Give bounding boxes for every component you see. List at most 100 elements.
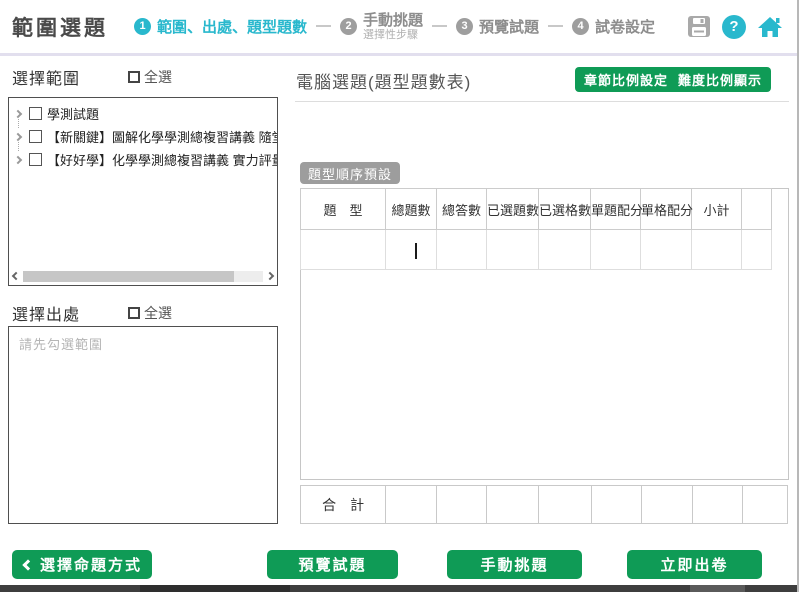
tree-item-label[interactable]: 【好好學】化學學測總複習講義 實力評量: [47, 150, 277, 169]
total-label: 合 計: [301, 486, 386, 524]
col-total-questions: 總題數: [386, 189, 437, 230]
step-indicator: 1 範圍、出處、題型題數 2 手動挑題 選擇性步驟 3 預覽試題 4 試卷設定: [134, 12, 655, 42]
total-points-per-question-value: [591, 486, 641, 524]
tree-item-label[interactable]: 學測試題: [47, 104, 99, 123]
difficulty-ratio-button[interactable]: 難度比例顯示: [669, 67, 771, 92]
main-divider: [295, 101, 789, 102]
source-select-all-label: 全選: [144, 303, 172, 323]
tree-item-label[interactable]: 【新關鍵】圖解化學學測總複習講義 隨堂: [47, 127, 277, 146]
tree-item-checkbox[interactable]: [29, 107, 42, 120]
step-4-label: 試卷設定: [595, 16, 655, 37]
source-placeholder-text: 請先勾選範圍: [9, 327, 277, 360]
home-icon[interactable]: [757, 15, 783, 39]
step-4-badge: 4: [572, 18, 589, 35]
scroll-right-icon[interactable]: [266, 272, 274, 280]
col-question-type: 題 型: [301, 189, 386, 230]
save-icon[interactable]: [687, 15, 711, 38]
source-select-all-checkbox[interactable]: [128, 307, 140, 319]
preview-questions-button[interactable]: 預覽試題: [267, 550, 398, 579]
total-extra-value: [742, 486, 787, 524]
cell-total-answers[interactable]: [437, 230, 487, 270]
range-tree: 學測試題 【新關鍵】圖解化學學測總複習講義 隨堂 【好好學】化學學測總複習講義 …: [9, 98, 277, 171]
step-1-badge: 1: [134, 18, 151, 35]
exam-builder-window: 範圍選題 1 範圍、出處、題型題數 2 手動挑題 選擇性步驟 3 預覽試題 4: [0, 0, 801, 592]
total-row: 合 計: [301, 486, 788, 524]
cell-question-type[interactable]: [301, 230, 386, 270]
range-select-all-checkbox[interactable]: [128, 71, 140, 83]
range-listbox: 學測試題 【新關鍵】圖解化學學測總複習講義 隨堂 【好好學】化學學測總複習講義 …: [8, 97, 278, 286]
scrollbar-thumb[interactable]: [23, 271, 234, 282]
cell-total-questions-input[interactable]: [386, 230, 437, 270]
chapter-ratio-button[interactable]: 章節比例設定: [575, 67, 677, 92]
step-separator: [548, 25, 563, 27]
tree-item-checkbox[interactable]: [29, 153, 42, 166]
page-title: 範圍選題: [12, 12, 108, 42]
cell-subtotal[interactable]: [692, 230, 742, 270]
window-right-edge: [797, 0, 799, 592]
cell-extra[interactable]: [742, 230, 772, 270]
col-points-per-blank: 單格配分: [641, 189, 692, 230]
col-selected-blanks: 已選格數: [539, 189, 591, 230]
step-3-preview[interactable]: 3 預覽試題: [456, 16, 539, 37]
col-subtotal: 小計: [692, 189, 742, 230]
total-points-per-blank-value: [641, 486, 692, 524]
step-separator: [316, 25, 331, 27]
cell-points-per-blank[interactable]: [641, 230, 692, 270]
table-row: [301, 230, 772, 270]
back-button-label: 選擇命題方式: [40, 554, 142, 575]
tree-item-new-key-book[interactable]: 【新關鍵】圖解化學學測總複習講義 隨堂: [9, 125, 277, 148]
background-window-strip: [0, 585, 797, 592]
source-select-all[interactable]: 全選: [128, 303, 172, 323]
total-subtotal-value: [692, 486, 742, 524]
step-1-range[interactable]: 1 範圍、出處、題型題數: [134, 16, 307, 37]
step-2-label: 手動挑題: [363, 12, 423, 29]
main-panel: 電腦選題(題型題數表) 章節比例設定 難度比例顯示 題型順序預設 題 型 總題數…: [295, 60, 789, 540]
col-extra: [742, 189, 772, 230]
step-2-sublabel: 選擇性步驟: [363, 29, 423, 42]
scrollbar-track[interactable]: [23, 271, 263, 282]
tree-item-exam-questions[interactable]: 學測試題: [9, 102, 277, 125]
source-section-header: 選擇出處 全選: [12, 302, 276, 324]
expand-chevron-icon[interactable]: [14, 155, 22, 163]
text-caret: [415, 243, 417, 259]
cell-selected-blanks[interactable]: [539, 230, 591, 270]
back-to-method-button[interactable]: 選擇命題方式: [12, 550, 152, 579]
step-1-label: 範圍、出處、題型題數: [157, 16, 307, 37]
step-4-paper-settings[interactable]: 4 試卷設定: [572, 16, 655, 37]
step-2-badge: 2: [340, 18, 357, 35]
expand-chevron-icon[interactable]: [14, 109, 22, 117]
chevron-left-icon: [22, 559, 33, 570]
source-listbox: 請先勾選範圍: [8, 326, 278, 524]
col-points-per-question: 單題配分: [591, 189, 641, 230]
type-order-preset-button[interactable]: 題型順序預設: [300, 162, 400, 184]
total-questions-value: [386, 486, 437, 524]
range-select-all[interactable]: 全選: [128, 67, 172, 87]
total-selected-questions-value: [487, 486, 539, 524]
col-total-answers: 總答數: [437, 189, 487, 230]
col-selected-questions: 已選題數: [487, 189, 539, 230]
total-row-table: 合 計: [300, 485, 788, 524]
generate-paper-button[interactable]: 立即出卷: [627, 550, 762, 579]
header-icon-group: ?: [687, 15, 783, 39]
horizontal-scrollbar[interactable]: [10, 268, 276, 284]
manual-pick-button[interactable]: 手動挑題: [447, 550, 582, 579]
source-section-title: 選擇出處: [12, 301, 80, 325]
question-type-table: 題 型 總題數 總答數 已選題數 已選格數 單題配分 單格配分 小計: [300, 188, 772, 270]
total-answers-value: [437, 486, 487, 524]
range-select-all-label: 全選: [144, 67, 172, 87]
step-2-manual-pick[interactable]: 2 手動挑題 選擇性步驟: [340, 12, 423, 42]
scroll-left-icon[interactable]: [12, 272, 20, 280]
cell-points-per-question[interactable]: [591, 230, 641, 270]
step-3-label: 預覽試題: [479, 16, 539, 37]
main-title: 電腦選題(題型題數表): [296, 68, 471, 93]
expand-chevron-icon[interactable]: [14, 132, 22, 140]
step-separator: [432, 25, 447, 27]
range-section-title: 選擇範圍: [12, 65, 80, 89]
cell-selected-questions[interactable]: [487, 230, 539, 270]
tree-item-good-study-book[interactable]: 【好好學】化學學測總複習講義 實力評量: [9, 148, 277, 171]
step-3-badge: 3: [456, 18, 473, 35]
help-glyph: ?: [729, 18, 738, 35]
help-icon[interactable]: ?: [722, 15, 746, 39]
tree-item-checkbox[interactable]: [29, 130, 42, 143]
header-divider: [0, 53, 797, 56]
